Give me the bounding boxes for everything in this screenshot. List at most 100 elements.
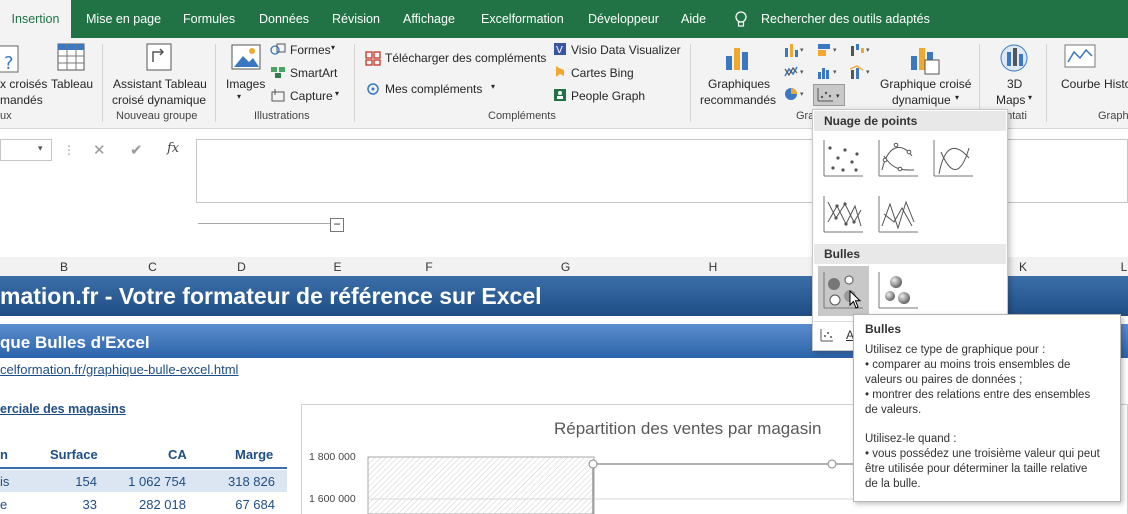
tooltip-text: de valeurs. — [865, 404, 922, 416]
cancel-icon[interactable]: ✕ — [93, 141, 106, 159]
pivot-chart-icon[interactable] — [908, 42, 942, 76]
table-row[interactable]: e 33 282 018 67 684 — [0, 493, 287, 514]
assistant-label-1[interactable]: Assistant Tableau — [113, 77, 207, 91]
chevron-down-icon[interactable]: ▾ — [331, 43, 335, 52]
table-cell: 33 — [82, 497, 97, 512]
people-graph-button[interactable]: People Graph — [571, 89, 645, 103]
tab-excelformation[interactable]: Excelformation — [481, 0, 564, 38]
scatter-smooth-lines-thumbnail[interactable] — [931, 136, 975, 180]
pivot-table-icon[interactable]: ? — [0, 44, 22, 78]
tab-aide[interactable]: Aide — [681, 0, 706, 38]
tab-revision[interactable]: Révision — [332, 0, 380, 38]
images-icon[interactable] — [231, 42, 261, 72]
column-header-c[interactable]: C — [108, 258, 197, 276]
chevron-down-icon[interactable]: ▾ — [491, 82, 495, 91]
scatter-markers-thumbnail[interactable] — [821, 136, 865, 180]
tooltip-title: Bulles — [865, 322, 902, 336]
line-chart-icon[interactable]: ▾ — [783, 64, 807, 80]
pivot-chart-label-1[interactable]: Graphique croisé — [880, 77, 971, 91]
gallery-section-bubble: Bulles — [814, 244, 1006, 264]
column-header-d[interactable]: D — [197, 258, 286, 276]
mouse-pointer-icon — [849, 290, 862, 309]
tab-formules[interactable]: Formules — [183, 0, 235, 38]
group-nouveau-label: Nouveau groupe — [116, 110, 198, 122]
smartart-button[interactable]: SmartArt — [290, 66, 337, 80]
svg-text:▾: ▾ — [800, 47, 804, 54]
column-header-l[interactable]: L — [1074, 258, 1128, 276]
chevron-down-icon[interactable]: ▾ — [955, 93, 959, 102]
tab-donnees[interactable]: Données — [259, 0, 309, 38]
table-icon[interactable] — [57, 42, 85, 72]
tab-insertion[interactable]: Insertion — [0, 0, 71, 40]
tooltip-text: • comparer au moins trois ensembles de — [865, 359, 1071, 371]
waterfall-chart-icon[interactable]: ▾ — [849, 42, 873, 58]
svg-text:▾: ▾ — [833, 47, 837, 54]
hierarchy-chart-icon[interactable]: ▾ — [816, 42, 840, 58]
group-illustrations-label: Illustrations — [254, 110, 310, 122]
y-axis-tick: 1 800 000 — [309, 451, 356, 463]
sparkline-line-icon[interactable] — [1064, 44, 1096, 70]
column-header-b[interactable]: B — [20, 258, 108, 276]
tab-mise-en-page[interactable]: Mise en page — [86, 0, 161, 38]
insert-function-icon[interactable]: fx — [167, 141, 179, 156]
scatter-straight-lines-thumbnail[interactable] — [876, 192, 920, 236]
group-separator — [1046, 44, 1047, 122]
visio-button[interactable]: Visio Data Visualizer — [571, 43, 681, 57]
search-tell-me[interactable]: Rechercher des outils adaptés — [761, 0, 930, 38]
recommended-charts-label-1[interactable]: Graphiques — [708, 77, 770, 91]
scatter-smooth-markers-thumbnail[interactable] — [876, 136, 920, 180]
column-header-e[interactable]: E — [286, 258, 389, 276]
recommended-charts-icon[interactable] — [723, 42, 753, 72]
capture-button[interactable]: Capture — [290, 89, 333, 103]
formula-bar-splitter[interactable]: ⋮ — [63, 143, 75, 157]
bing-maps-button[interactable]: Cartes Bing — [571, 66, 634, 80]
pivot-chart-label-2[interactable]: dynamique — [892, 93, 951, 107]
column-header-g[interactable]: G — [469, 258, 662, 276]
group-separator — [102, 44, 103, 122]
table-button-label[interactable]: Tableau — [51, 77, 93, 91]
3d-maps-label-2[interactable]: Maps — [996, 93, 1025, 107]
collapse-ribbon-button[interactable]: − — [330, 218, 344, 232]
scatter-straight-markers-thumbnail[interactable] — [821, 192, 865, 236]
enter-check-icon[interactable]: ✔ — [130, 141, 143, 159]
pie-chart-icon[interactable]: ▾ — [783, 86, 807, 102]
pivot-label[interactable]: x croisés — [0, 77, 47, 91]
tooltip-text: Utilisez ce type de graphique pour : — [865, 344, 1046, 356]
name-box-dropdown-icon[interactable]: ▾ — [38, 143, 43, 154]
assistant-label-2[interactable]: croisé dynamique — [112, 93, 206, 107]
bubble-tooltip: Bulles Utilisez ce type de graphique pou… — [853, 314, 1121, 502]
table-header-marge: Marge — [235, 447, 274, 462]
3d-maps-label-1[interactable]: 3D — [1007, 77, 1022, 91]
column-chart-icon[interactable]: ▾ — [783, 42, 807, 58]
images-dropdown-icon[interactable]: ▾ — [237, 92, 241, 101]
table-row[interactable]: is 154 1 062 754 318 826 — [0, 470, 287, 492]
sparkline-courbe-button[interactable]: Courbe — [1061, 77, 1100, 91]
pivot-wizard-icon[interactable] — [145, 42, 173, 72]
sparkline-histo-button[interactable]: Histo — [1104, 77, 1128, 91]
scatter-chart-icon[interactable]: ▾ — [816, 87, 844, 103]
tab-affichage[interactable]: Affichage — [403, 0, 455, 38]
chevron-down-icon[interactable]: ▾ — [1028, 93, 1032, 102]
bubble-3d-thumbnail[interactable] — [876, 268, 920, 312]
my-addins-button[interactable]: Mes compléments — [385, 82, 482, 96]
get-addins-button[interactable]: Télécharger des compléments — [385, 51, 546, 65]
hyperlink-cell[interactable]: celformation.fr/graphique-bulle-excel.ht… — [0, 362, 238, 377]
collapse-handle-line — [198, 223, 330, 224]
formes-button[interactable]: Formes — [290, 43, 331, 57]
tooltip-text: Utilisez-le quand : — [865, 433, 957, 445]
statistic-chart-icon[interactable]: ▾ — [816, 64, 840, 80]
smartart-icon — [271, 67, 285, 78]
pivot-label-2[interactable]: mandés — [0, 93, 43, 107]
tab-developpeur[interactable]: Développeur — [588, 0, 659, 38]
chevron-down-icon[interactable]: ▾ — [335, 89, 339, 98]
group-separator — [690, 44, 691, 122]
3d-maps-icon[interactable] — [998, 42, 1030, 74]
combo-chart-icon[interactable]: ▾ — [849, 64, 873, 80]
name-box[interactable] — [0, 139, 52, 161]
column-header-h[interactable]: H — [662, 258, 764, 276]
recommended-charts-label-2[interactable]: recommandés — [700, 93, 776, 107]
column-header-f[interactable]: F — [389, 258, 469, 276]
tooltip-text: • montrer des relations entre des ensemb… — [865, 389, 1091, 401]
svg-text:V: V — [556, 45, 563, 56]
images-button-label[interactable]: Images — [226, 77, 265, 91]
